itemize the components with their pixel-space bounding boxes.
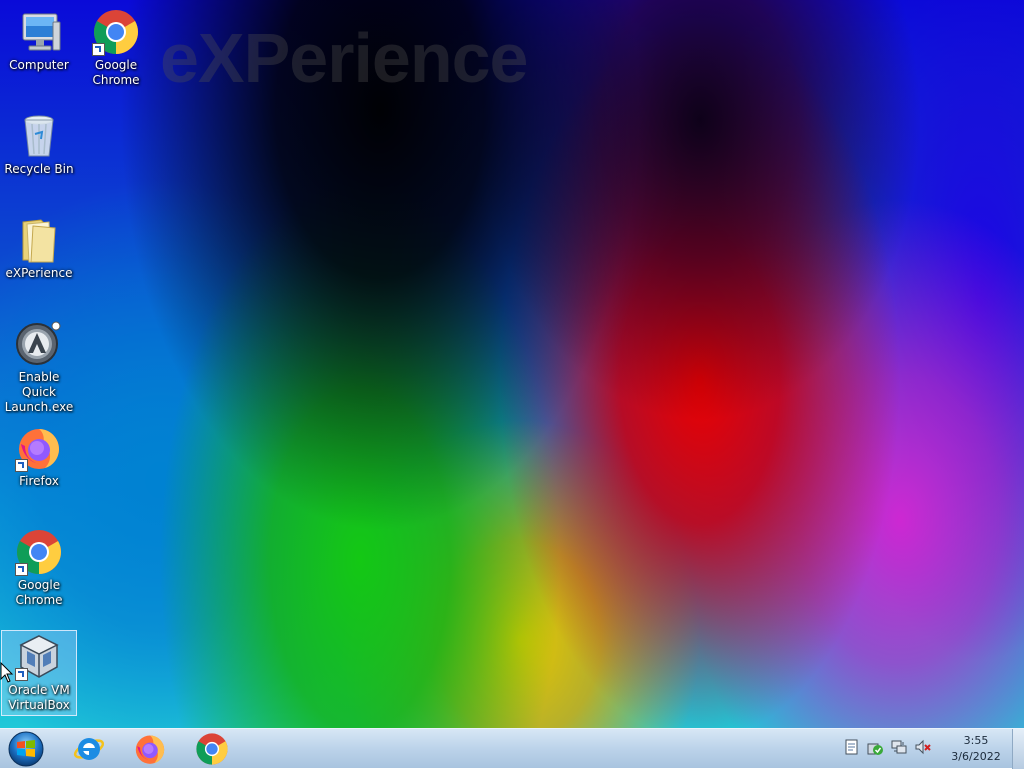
clock-time: 3:55 [963,734,989,747]
chrome-icon [15,528,63,576]
network-icon[interactable] [890,738,908,756]
chrome-icon [92,8,140,56]
desktop-icon-experience-folder[interactable]: eXPerience [1,216,77,281]
taskbar-google-chrome[interactable] [195,732,229,766]
start-button[interactable] [6,731,46,767]
clock[interactable]: 3:55 3/6/2022 [948,733,1004,765]
security-check-icon[interactable] [866,738,884,756]
taskbar-firefox[interactable] [133,732,167,766]
shortcut-arrow-icon [15,668,28,681]
show-desktop-button[interactable] [1012,729,1024,769]
app-launcher-icon [15,320,63,368]
firefox-icon [135,735,165,764]
desktop-icon-firefox[interactable]: Firefox [1,424,77,489]
wallpaper-watermark: eXPerience [160,19,528,97]
windows-start-icon [8,731,44,767]
desktop-icon-google-chrome-2[interactable]: Google Chrome [1,528,77,608]
shortcut-arrow-icon [15,563,28,576]
mouse-cursor-icon [0,661,14,688]
system-tray [842,738,932,756]
internet-explorer-icon [73,738,105,760]
desktop-icon-google-chrome[interactable]: Google Chrome [78,8,154,88]
clock-date: 3/6/2022 [951,750,1001,763]
computer-icon [15,8,63,56]
document-icon[interactable] [842,738,860,756]
taskbar-internet-explorer[interactable] [72,732,106,766]
desktop[interactable]: eXPerience Computer Google Chrome Recycl… [0,0,1024,728]
virtualbox-icon [15,633,63,681]
firefox-icon [15,424,63,472]
chrome-icon [196,733,228,765]
taskbar: 3:55 3/6/2022 [0,728,1024,769]
desktop-icon-recycle-bin[interactable]: Recycle Bin [1,112,77,177]
desktop-icon-enable-quick-launch[interactable]: Enable Quick Launch.exe [1,320,77,415]
desktop-icon-computer[interactable]: Computer [1,8,77,73]
shortcut-arrow-icon [92,43,105,56]
folder-icon [15,216,63,264]
recycle-bin-icon [15,112,63,160]
shortcut-arrow-icon [15,459,28,472]
volume-muted-icon[interactable] [914,738,932,756]
